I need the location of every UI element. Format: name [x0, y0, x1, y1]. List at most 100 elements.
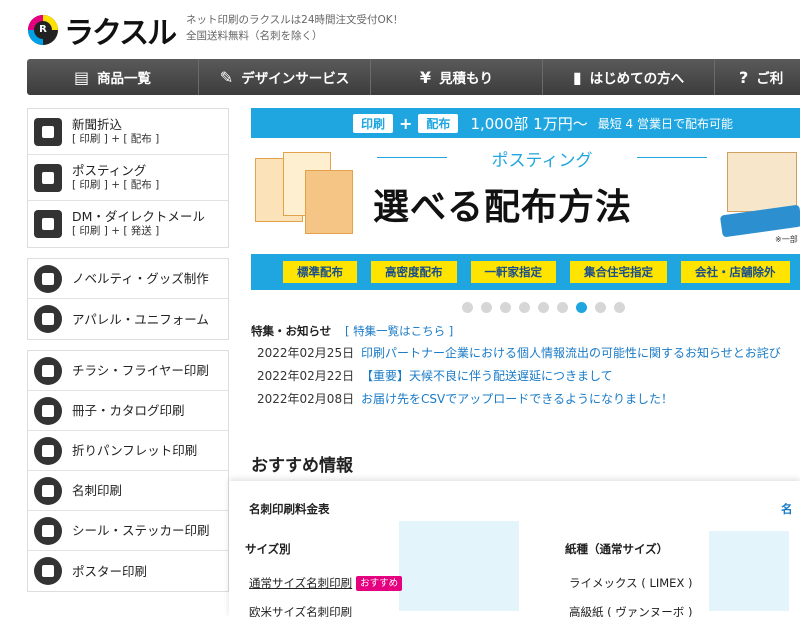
sidebar-item-pamphlet[interactable]: 折りパンフレット印刷 — [28, 431, 228, 471]
carousel-dot-active[interactable] — [576, 302, 587, 313]
sidebar-group-print: チラシ・フライヤー印刷 冊子・カタログ印刷 折りパンフレット印刷 名刺印刷 シー… — [27, 350, 229, 592]
nav-guide[interactable]: ? ご利 — [715, 59, 800, 95]
nav-products[interactable]: ▤ 商品一覧 — [27, 59, 199, 95]
dropdown-link-limex[interactable]: ライメックス ( LIMEX ) — [565, 575, 692, 604]
nav-design-service-label: デザインサービス — [241, 71, 350, 87]
booklet-icon — [34, 396, 62, 425]
yen-icon: ¥ — [419, 67, 432, 87]
dropdown-link-vent-nouveau[interactable]: 高級紙 ( ヴァンヌーボ ) — [565, 604, 692, 617]
logo-text: ラクスル — [64, 16, 177, 51]
banner-pill-distribute: 配布 — [418, 113, 459, 133]
nav-guide-label: ご利 — [756, 71, 784, 87]
sidebar-item-flyer[interactable]: チラシ・フライヤー印刷 — [28, 351, 228, 391]
hero-banner[interactable]: 印刷 + 配布 1,000部 1万円～ 最短 4 営業日で配布可能 ポスティング… — [251, 108, 800, 290]
sidebar-item-apparel[interactable]: アパレル・ユニフォーム — [28, 299, 228, 339]
sidebar-item-sublabel: [ 印刷 ] + [ 発送 ] — [72, 225, 160, 237]
nav-estimate-label: 見積もり — [439, 71, 494, 87]
mailbox-icon — [34, 163, 62, 192]
business-card-dropdown-panel: 名刺印刷料金表 名 サイズ別 通常サイズ名刺印刷 おすすめ 欧米サイズ名刺印刷 … — [229, 481, 800, 617]
sidebar-item-sticker[interactable]: シール・ステッカー印刷 — [28, 511, 228, 551]
carousel-dot[interactable] — [481, 302, 492, 313]
sidebar-item-sublabel: [ 印刷 ] + [ 配布 ] — [72, 178, 160, 191]
banner-tag: 一軒家指定 — [470, 261, 556, 283]
carousel-dot[interactable] — [614, 302, 625, 313]
carousel-dot[interactable] — [519, 302, 530, 313]
dropdown-link-western-size[interactable]: 欧米サイズ名刺印刷 — [245, 604, 402, 617]
pencil-icon: ✎ — [219, 67, 234, 87]
dropdown-link-label: ライメックス ( LIMEX ) — [569, 576, 693, 590]
banner-note: ※一部 — [775, 235, 798, 244]
sidebar-item-newspaper-insert[interactable]: 新聞折込[ 印刷 ] + [ 配布 ] — [28, 109, 228, 155]
sidebar-item-business-card[interactable]: 名刺印刷 — [28, 471, 228, 511]
news-title-link[interactable]: 【重要】天候不良に伴う配送遅延につきまして — [361, 367, 613, 390]
tagline-line-1: ネット印刷のラクスルは24時間注文受付OK！ — [186, 14, 404, 26]
mailbox-image: ※一部 — [719, 152, 800, 244]
dropdown-title[interactable]: 名刺印刷料金表 — [249, 501, 330, 517]
banner-lead: 最短 4 営業日で配布可能 — [597, 116, 733, 131]
beginner-mark-icon: ▮ — [572, 67, 582, 87]
banner-subtitle: ポスティング — [377, 146, 707, 171]
dropdown-more-link[interactable]: 名 — [781, 501, 793, 517]
dropdown-paper-column: 紙種（通常サイズ） ライメックス ( LIMEX ) 高級紙 ( ヴァンヌーボ … — [565, 541, 692, 617]
sidebar-item-label: アパレル・ユニフォーム — [72, 311, 209, 327]
carousel-dot[interactable] — [500, 302, 511, 313]
nav-beginners[interactable]: ▮ はじめての方へ — [543, 59, 715, 95]
sidebar-group-goods: ノベルティ・グッズ制作 アパレル・ユニフォーム — [27, 258, 229, 340]
carousel-dot[interactable] — [595, 302, 606, 313]
sidebar-item-label: 冊子・カタログ印刷 — [72, 403, 185, 418]
recommend-badge: おすすめ — [356, 576, 403, 591]
news-all-link[interactable]: [ 特集一覧はこちら ] — [345, 324, 453, 338]
banner-tag: 会社・店舗除外 — [681, 261, 790, 283]
news-label: 特集・お知らせ — [251, 324, 332, 338]
sidebar-item-dm[interactable]: DM・ダイレクトメール[ 印刷 ] + [ 発送 ] — [28, 201, 228, 247]
banner-tag: 高密度配布 — [371, 261, 457, 283]
dropdown-link-label: 欧米サイズ名刺印刷 — [249, 605, 353, 617]
help-circle-icon: ? — [739, 67, 749, 87]
dropdown-paper-heading: 紙種（通常サイズ） — [565, 542, 669, 556]
banner-headline: 選べる配布方法 — [373, 187, 633, 228]
banner-price: 1,000部 1万円～ — [470, 114, 588, 133]
newspaper-icon — [34, 117, 62, 146]
folded-pamphlet-icon — [34, 436, 62, 465]
nav-beginners-label: はじめての方へ — [589, 71, 685, 87]
global-nav: ▤ 商品一覧 ✎ デザインサービス ¥ 見積もり ▮ はじめての方へ ? ご利 — [27, 59, 800, 95]
carousel-dot[interactable] — [538, 302, 549, 313]
news-date: 2022年02月22日 — [257, 369, 355, 383]
dropdown-link-standard-size[interactable]: 通常サイズ名刺印刷 おすすめ — [245, 575, 403, 604]
sidebar-item-booklet[interactable]: 冊子・カタログ印刷 — [28, 391, 228, 431]
sidebar-item-sublabel: [ 印刷 ] + [ 配布 ] — [72, 132, 160, 145]
news-date: 2022年02月08日 — [257, 392, 355, 406]
news-header: 特集・お知らせ [ 特集一覧はこちら ] — [251, 323, 453, 339]
news-item: 2022年02月08日 お届け先をCSVでアップロードできるようになりました！ — [257, 390, 781, 413]
site-header: R ラクスル ネット印刷のラクスルは24時間注文受付OK！ 全国送料無料（名刺を… — [0, 0, 800, 58]
news-item: 2022年02月25日 印刷パートナー企業における個人情報流出の可能性に関するお… — [257, 344, 781, 367]
carousel-dot[interactable] — [462, 302, 473, 313]
sidebar-item-posting[interactable]: ポスティング[ 印刷 ] + [ 配布 ] — [28, 155, 228, 201]
sidebar-item-label: ポスティング — [72, 162, 147, 178]
sidebar-item-novelty[interactable]: ノベルティ・グッズ制作 — [28, 259, 228, 299]
sticker-icon — [34, 516, 62, 545]
news-list: 2022年02月25日 印刷パートナー企業における個人情報流出の可能性に関するお… — [257, 344, 781, 413]
news-title-link[interactable]: お届け先をCSVでアップロードできるようになりました！ — [361, 390, 673, 413]
sidebar-item-poster[interactable]: ポスター印刷 — [28, 551, 228, 591]
poster-icon — [34, 557, 62, 585]
recommend-heading: おすすめ情報 — [251, 456, 353, 476]
news-item: 2022年02月22日 【重要】天候不良に伴う配送遅延につきまして — [257, 367, 781, 390]
site-logo[interactable]: R ラクスル — [28, 8, 177, 52]
sidebar-item-label: シール・ステッカー印刷 — [72, 523, 210, 538]
dropdown-link-label: 通常サイズ名刺印刷 — [249, 576, 353, 590]
nav-products-label: 商品一覧 — [97, 71, 152, 87]
news-title-link[interactable]: 印刷パートナー企業における個人情報流出の可能性に関するお知らせとお詫び — [361, 344, 781, 367]
business-card-icon — [34, 476, 62, 505]
banner-main: ポスティング 選べる配布方法 ※一部 — [251, 138, 800, 254]
nav-estimate[interactable]: ¥ 見積もり — [371, 59, 543, 95]
carousel-dot[interactable] — [557, 302, 568, 313]
nav-design-service[interactable]: ✎ デザインサービス — [199, 59, 371, 95]
sidebar-item-label: ノベルティ・グッズ制作 — [72, 271, 209, 286]
flyer-icon — [34, 356, 62, 385]
carousel-dots — [462, 302, 625, 313]
banner-plus: + — [399, 113, 413, 133]
news-date: 2022年02月25日 — [257, 346, 355, 360]
banner-pill-print: 印刷 — [353, 113, 394, 133]
banner-tag-row: 標準配布 高密度配布 一軒家指定 集合住宅指定 会社・店舗除外 — [251, 254, 800, 290]
